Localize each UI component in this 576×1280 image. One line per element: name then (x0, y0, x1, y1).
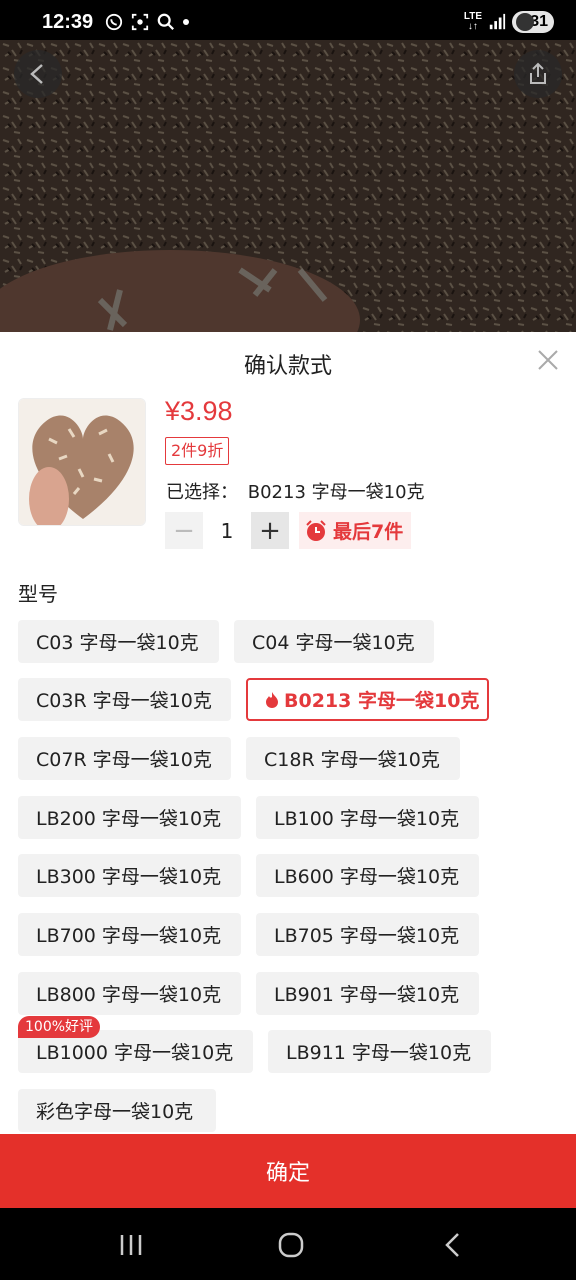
style-selection-sheet: 确认款式 ¥3.98 2件9折 已选择： B0213 字母一袋10克 − 1 +… (0, 332, 576, 1208)
discount-badge: 2件9折 (165, 437, 230, 465)
model-option-label: C07R 字母一袋10克 (36, 749, 212, 771)
home-icon[interactable] (278, 1232, 304, 1258)
alarm-clock-icon (306, 519, 326, 541)
model-option[interactable]: LB1000 字母一袋10克 100%好评 (18, 1016, 253, 1073)
model-option-label: LB800 字母一袋10克 (36, 984, 222, 1006)
increase-quantity-button[interactable]: + (251, 512, 289, 549)
quantity-stepper: − 1 + 最后7件 (165, 512, 412, 549)
confirm-button[interactable]: 确定 (0, 1134, 576, 1208)
model-option-label: LB911 字母一袋10克 (286, 1042, 472, 1064)
model-option-selected[interactable]: B0213 字母一袋10克 (246, 678, 489, 721)
status-time: 12:39 (42, 10, 94, 33)
stock-warning: 最后7件 (299, 512, 412, 549)
stock-text: 最后7件 (333, 521, 404, 543)
lte-icon: LTE ↓↑ (463, 11, 482, 32)
selected-label: 已选择： (166, 482, 238, 503)
model-option[interactable]: C03 字母一袋10克 (18, 620, 219, 663)
back-button[interactable] (14, 50, 62, 98)
status-icons-right: LTE ↓↑ 31 (464, 11, 554, 33)
share-button[interactable] (514, 50, 562, 98)
back-nav-icon[interactable] (440, 1232, 466, 1258)
recent-apps-icon[interactable] (118, 1232, 144, 1258)
model-option[interactable]: LB901 字母一袋10克 (256, 972, 479, 1015)
quantity-value[interactable]: 1 (203, 519, 251, 543)
model-option-label: LB705 字母一袋10克 (274, 925, 460, 947)
model-section-label: 型号 (18, 582, 58, 606)
model-option[interactable]: LB700 字母一袋10克 (18, 913, 241, 956)
model-option[interactable]: LB200 字母一袋10克 (18, 796, 241, 839)
model-option[interactable]: LB100 字母一袋10克 (256, 796, 479, 839)
signal-icon (489, 13, 506, 30)
model-option[interactable]: LB600 字母一袋10克 (256, 854, 479, 897)
battery-icon: 31 (512, 11, 554, 33)
whatsapp-icon (106, 13, 123, 31)
decrease-quantity-button[interactable]: − (165, 512, 203, 549)
model-option[interactable]: LB300 字母一袋10克 (18, 854, 241, 897)
screenshot-icon (132, 13, 149, 31)
sheet-title: 确认款式 (243, 354, 332, 379)
product-thumbnail (18, 398, 146, 526)
product-image (0, 40, 576, 332)
model-option-label: C03R 字母一袋10克 (36, 690, 212, 712)
image-dim-overlay (0, 40, 576, 332)
model-option-label: 彩色字母一袋10克 (36, 1101, 194, 1123)
model-option[interactable]: 彩色字母一袋10克 (18, 1089, 216, 1132)
model-option-label: LB100 字母一袋10克 (274, 808, 460, 830)
model-option-label: LB600 字母一袋10克 (274, 866, 460, 888)
model-option[interactable]: C07R 字母一袋10克 (18, 737, 231, 780)
dot-icon (183, 19, 190, 25)
model-option[interactable]: LB705 字母一袋10克 (256, 913, 479, 956)
fire-icon (266, 691, 278, 708)
model-option-label: LB1000 字母一袋10克 (36, 1042, 234, 1064)
model-option[interactable]: C04 字母一袋10克 (234, 620, 434, 663)
system-nav-bar (0, 1208, 576, 1280)
status-bar: 12:39 LTE ↓↑ 31 (0, 0, 576, 44)
model-option-label: C18R 字母一袋10克 (264, 749, 440, 771)
model-option[interactable]: C03R 字母一袋10克 (18, 678, 231, 721)
model-option[interactable]: LB911 字母一袋10克 (268, 1030, 491, 1073)
model-option-label: LB700 字母一袋10克 (36, 925, 222, 947)
share-icon (530, 62, 546, 84)
selected-variant: 已选择： B0213 字母一袋10克 (166, 478, 425, 504)
rating-badge: 100%好评 (18, 1016, 101, 1038)
model-option-label: B0213 字母一袋10克 (284, 690, 480, 712)
search-icon (157, 13, 175, 30)
model-option-label: C04 字母一袋10克 (252, 632, 415, 654)
close-icon[interactable] (536, 348, 560, 372)
price: ¥3.98 (165, 396, 233, 426)
chevron-left-icon (30, 64, 43, 84)
model-option-label: LB200 字母一袋10克 (36, 808, 222, 830)
model-option-label: LB300 字母一袋10克 (36, 866, 222, 888)
model-option[interactable]: LB800 字母一袋10克 (18, 972, 241, 1015)
model-option-label: C03 字母一袋10克 (36, 632, 199, 654)
model-option-label: LB901 字母一袋10克 (274, 984, 460, 1006)
status-icons-left (105, 13, 190, 31)
model-option[interactable]: C18R 字母一袋10克 (246, 737, 460, 780)
selected-value: B0213 字母一袋10克 (247, 482, 425, 503)
